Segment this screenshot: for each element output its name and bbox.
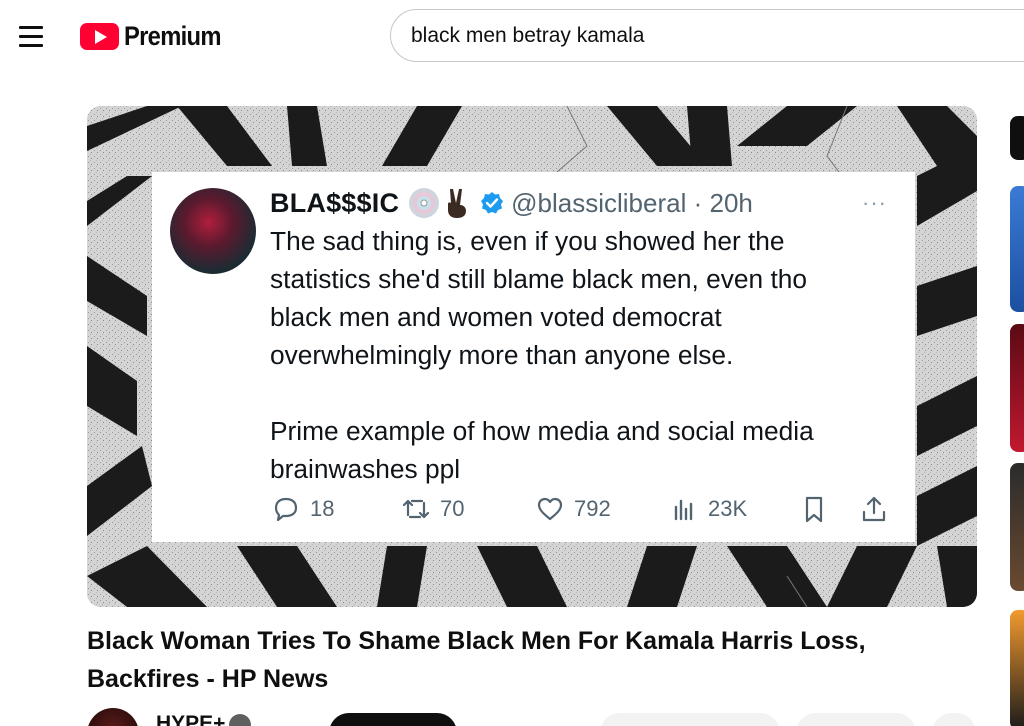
like-action: 792	[534, 492, 611, 526]
more-icon: ···	[862, 190, 887, 215]
search-box[interactable]	[390, 9, 1024, 62]
reply-icon	[274, 497, 298, 522]
logo-text: Premium	[124, 20, 221, 51]
like-count: 792	[574, 496, 611, 521]
bookmark-action	[798, 492, 830, 526]
bookmark-icon	[805, 496, 823, 523]
subscribe-button[interactable]	[329, 713, 457, 726]
disc-icon	[409, 188, 440, 218]
repost-count: 70	[440, 496, 465, 521]
repost-icon	[402, 499, 430, 519]
views-action: 23K	[668, 492, 747, 526]
share-action	[858, 492, 890, 526]
side-video-thumbnail[interactable]	[1010, 463, 1024, 591]
like-dislike-button[interactable]	[600, 713, 780, 726]
share-button[interactable]	[796, 713, 916, 726]
like-icon	[537, 497, 563, 521]
tweet-card: BLA$$$IC @blassicliberal · 20h ··· The s…	[152, 172, 915, 542]
views-count: 23K	[708, 496, 748, 521]
side-video-thumbnail[interactable]	[1010, 610, 1024, 726]
verified-check-icon	[229, 714, 251, 726]
video-thumbnail[interactable]: BLA$$$IC @blassicliberal · 20h ··· The s…	[87, 106, 977, 607]
side-video-thumbnail[interactable]	[1010, 186, 1024, 312]
reply-count: 18	[310, 496, 335, 521]
video-title[interactable]: Black Woman Tries To Shame Black Men For…	[87, 622, 967, 698]
side-video-thumbnail[interactable]	[1010, 116, 1024, 160]
tweet-text: The sad thing is, even if you showed her…	[270, 226, 814, 484]
tweet-header: BLA$$$IC @blassicliberal · 20h	[270, 186, 753, 220]
verified-badge-icon	[481, 192, 504, 214]
menu-icon[interactable]	[14, 20, 48, 52]
more-actions-button[interactable]	[932, 713, 976, 726]
views-icon	[674, 499, 693, 521]
channel-name[interactable]: HYPE+	[156, 712, 225, 726]
share-icon	[862, 496, 886, 522]
side-video-thumbnail[interactable]	[1010, 324, 1024, 452]
tweet-actions: 18 70 792 23K	[270, 492, 900, 526]
tweet-handle-time: @blassicliberal · 20h	[511, 187, 753, 218]
reply-action: 18	[270, 492, 334, 526]
youtube-logo-icon	[80, 22, 119, 50]
peace-hand-icon	[448, 189, 467, 218]
channel-avatar[interactable]	[87, 708, 139, 726]
search-input[interactable]	[411, 22, 1011, 50]
repost-action: 70	[400, 492, 464, 526]
youtube-premium-logo[interactable]: Premium	[80, 20, 234, 52]
tweet-avatar	[170, 188, 256, 274]
tweet-display-name: BLA$$$IC	[270, 187, 400, 218]
